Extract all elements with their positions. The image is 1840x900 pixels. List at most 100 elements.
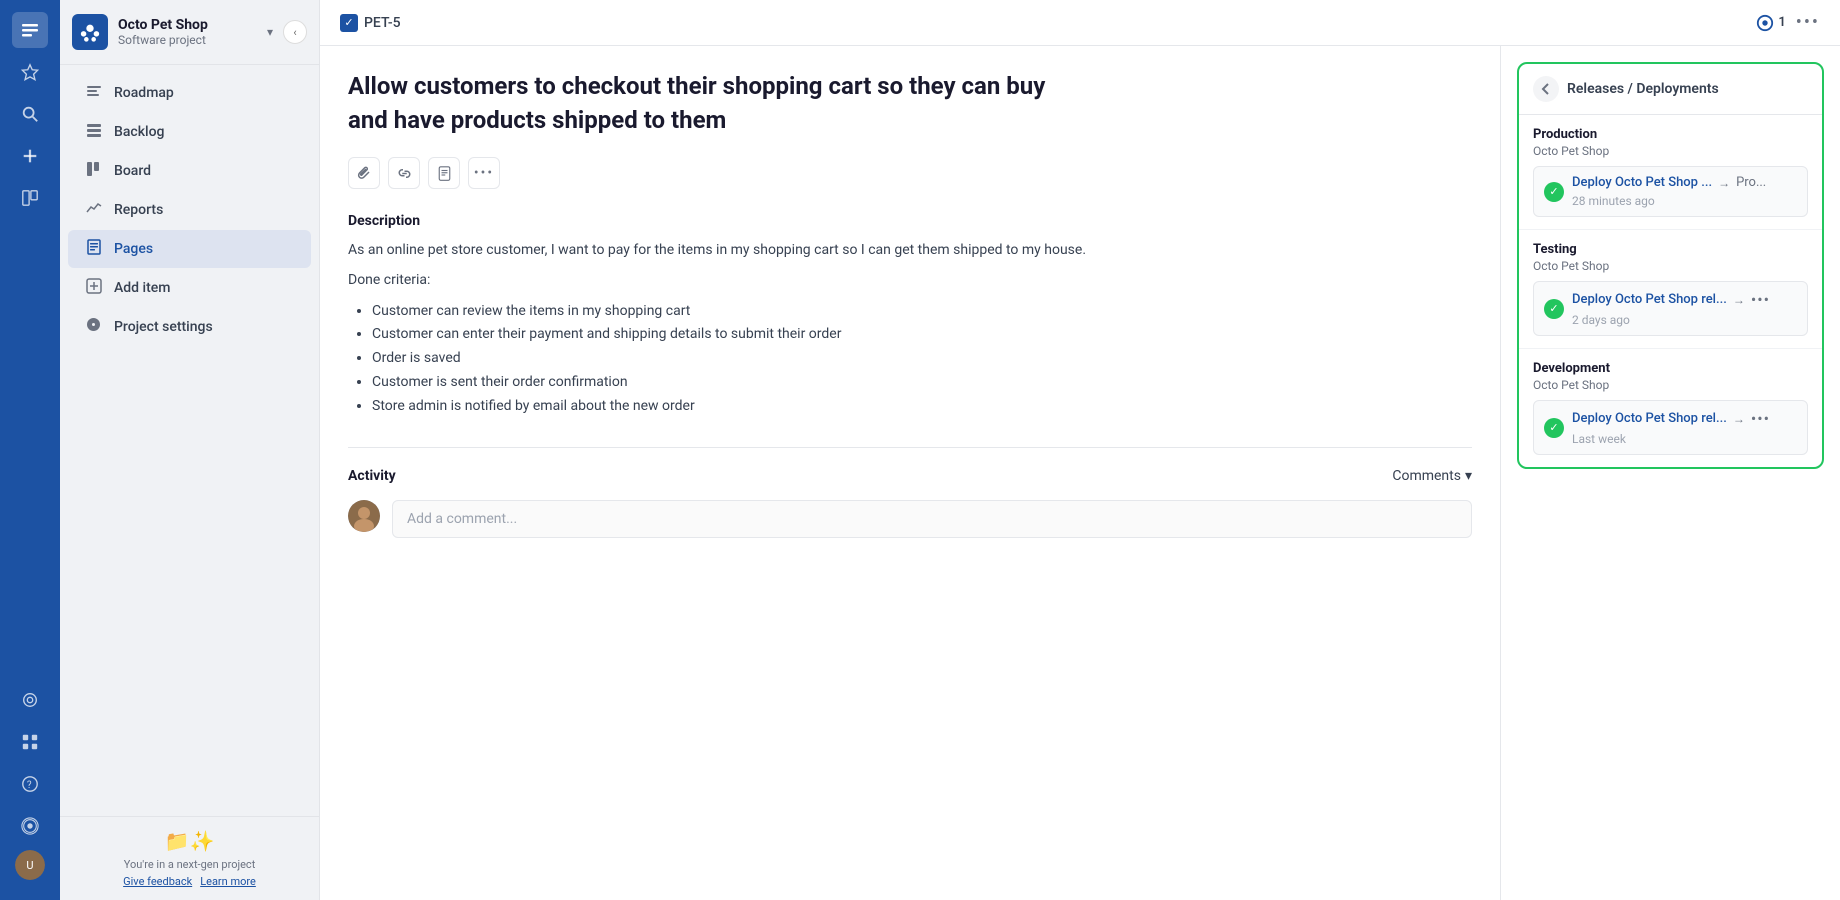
- list-item: Order is saved: [372, 347, 1472, 371]
- plus-icon[interactable]: [12, 138, 48, 174]
- sidebar-item-pages[interactable]: Pages: [68, 230, 311, 268]
- sidebar: Octo Pet Shop Software project ▾ ‹ Roadm…: [60, 0, 320, 900]
- attach-button[interactable]: [348, 157, 380, 189]
- releases-header: Releases / Deployments: [1519, 64, 1822, 115]
- sidebar-item-roadmap[interactable]: Roadmap: [68, 74, 311, 112]
- deploy-success-icon-dev: ✓: [1544, 418, 1564, 438]
- description-label: Description: [348, 213, 1472, 229]
- issue-header: ✓ PET-5 1 •••: [320, 0, 1840, 46]
- link-button[interactable]: [388, 157, 420, 189]
- list-item: Customer can enter their payment and shi…: [372, 323, 1472, 347]
- settings-gear-icon[interactable]: [12, 808, 48, 844]
- sidebar-item-board[interactable]: Board: [68, 152, 311, 190]
- deploy-name-testing[interactable]: Deploy Octo Pet Shop rel...: [1572, 292, 1727, 307]
- list-item: Customer is sent their order confirmatio…: [372, 371, 1472, 395]
- dropdown-chevron-icon: ▾: [1465, 468, 1472, 484]
- activity-label: Activity: [348, 468, 396, 484]
- deploy-time-development: Last week: [1572, 432, 1797, 446]
- environment-development: Development Octo Pet Shop ✓ Deploy Octo …: [1519, 349, 1822, 467]
- backlog-label: Backlog: [114, 124, 164, 140]
- user-avatar[interactable]: U: [15, 850, 45, 880]
- roadmap-label: Roadmap: [114, 85, 174, 101]
- deploy-dest-production: Pro...: [1736, 175, 1766, 190]
- reports-label: Reports: [114, 202, 163, 218]
- board-nav-icon: [84, 161, 104, 181]
- comments-dropdown[interactable]: Comments ▾: [1392, 468, 1472, 484]
- issue-id-badge: ✓ PET-5: [340, 14, 401, 32]
- main-area: ✓ PET-5 1 ••• Allow customers to checkou…: [320, 0, 1840, 900]
- learn-more-link[interactable]: Learn more: [200, 875, 256, 888]
- project-dropdown-chevron[interactable]: ▾: [267, 25, 273, 39]
- deploy-more-testing[interactable]: •••: [1751, 290, 1770, 309]
- done-criteria: Done criteria:: [348, 272, 1472, 288]
- sidebar-item-add-item[interactable]: Add item: [68, 269, 311, 307]
- add-item-label: Add item: [114, 280, 170, 296]
- deploy-name-development[interactable]: Deploy Octo Pet Shop rel...: [1572, 411, 1727, 426]
- flag-icon[interactable]: [12, 682, 48, 718]
- env-testing-name: Testing: [1533, 242, 1808, 257]
- comment-input[interactable]: Add a comment...: [392, 500, 1472, 538]
- list-item: Store admin is notified by email about t…: [372, 395, 1472, 419]
- issue-checkbox-icon: ✓: [340, 14, 358, 32]
- user-comment-avatar: [348, 500, 380, 532]
- sidebar-footer: 📁✨ You're in a next-gen project Give fee…: [60, 816, 319, 900]
- deploy-success-icon: ✓: [1544, 182, 1564, 202]
- pages-label: Pages: [114, 241, 153, 257]
- project-info: Octo Pet Shop Software project: [118, 17, 257, 47]
- board-label: Board: [114, 163, 151, 179]
- deploy-more-dev[interactable]: •••: [1751, 409, 1770, 428]
- sidebar-item-reports[interactable]: Reports: [68, 191, 311, 229]
- deploy-row-testing: ✓ Deploy Octo Pet Shop rel... → ••• 2 da…: [1533, 281, 1808, 336]
- search-icon[interactable]: [12, 96, 48, 132]
- board-icon[interactable]: [12, 180, 48, 216]
- reports-icon: [84, 200, 104, 220]
- comment-placeholder: Add a comment...: [407, 511, 517, 527]
- page-button[interactable]: [428, 157, 460, 189]
- star-icon[interactable]: [12, 54, 48, 90]
- env-testing-project: Octo Pet Shop: [1533, 259, 1808, 273]
- sidebar-item-backlog[interactable]: Backlog: [68, 113, 311, 151]
- deploy-info-development: Deploy Octo Pet Shop rel... → ••• Last w…: [1572, 409, 1797, 446]
- issue-more-button[interactable]: •••: [1796, 12, 1820, 33]
- comment-row: Add a comment...: [348, 500, 1472, 538]
- header-right: 1 •••: [1756, 12, 1820, 33]
- env-development-name: Development: [1533, 361, 1808, 376]
- deploy-row-development: ✓ Deploy Octo Pet Shop rel... → ••• Last…: [1533, 400, 1808, 455]
- project-type: Software project: [118, 33, 257, 47]
- environment-production: Production Octo Pet Shop ✓ Deploy Octo P…: [1519, 115, 1822, 230]
- help-icon[interactable]: ?: [12, 766, 48, 802]
- watch-button[interactable]: 1: [1756, 14, 1785, 32]
- icon-bar: ? U: [0, 0, 60, 900]
- deploy-info-testing: Deploy Octo Pet Shop rel... → ••• 2 days…: [1572, 290, 1797, 327]
- next-gen-text: You're in a next-gen project: [72, 857, 307, 874]
- releases-panel: Releases / Deployments Production Octo P…: [1517, 62, 1824, 469]
- environment-testing: Testing Octo Pet Shop ✓ Deploy Octo Pet …: [1519, 230, 1822, 349]
- description-text: As an online pet store customer, I want …: [348, 239, 1472, 261]
- project-settings-icon: [84, 317, 104, 337]
- deploy-success-icon-testing: ✓: [1544, 299, 1564, 319]
- toolbar-more-button[interactable]: •••: [468, 157, 500, 189]
- deploy-arrow-icon-dev: →: [1733, 412, 1745, 426]
- add-item-icon: [84, 278, 104, 298]
- svg-text:?: ?: [27, 780, 32, 791]
- layers-icon[interactable]: [12, 12, 48, 48]
- releases-back-button[interactable]: [1533, 76, 1559, 102]
- sidebar-collapse-button[interactable]: ‹: [283, 20, 307, 44]
- description-section: Description As an online pet store custo…: [348, 213, 1472, 418]
- env-production-name: Production: [1533, 127, 1808, 142]
- project-settings-label: Project settings: [114, 319, 213, 335]
- activity-section: Activity Comments ▾: [348, 447, 1472, 538]
- next-gen-emoji: 📁✨: [72, 829, 307, 853]
- right-panel: Releases / Deployments Production Octo P…: [1500, 46, 1840, 900]
- deploy-info-production: Deploy Octo Pet Shop ... → Pro... 28 min…: [1572, 175, 1797, 208]
- sidebar-item-project-settings[interactable]: Project settings: [68, 308, 311, 346]
- give-feedback-link[interactable]: Give feedback: [123, 875, 192, 888]
- deploy-arrow-icon-testing: →: [1733, 293, 1745, 307]
- pages-icon: [84, 239, 104, 259]
- deploy-name-production[interactable]: Deploy Octo Pet Shop ...: [1572, 175, 1712, 190]
- activity-header: Activity Comments ▾: [348, 468, 1472, 484]
- grid-icon[interactable]: [12, 724, 48, 760]
- project-name: Octo Pet Shop: [118, 17, 257, 33]
- deploy-arrow-icon: →: [1718, 176, 1730, 190]
- roadmap-icon: [84, 83, 104, 103]
